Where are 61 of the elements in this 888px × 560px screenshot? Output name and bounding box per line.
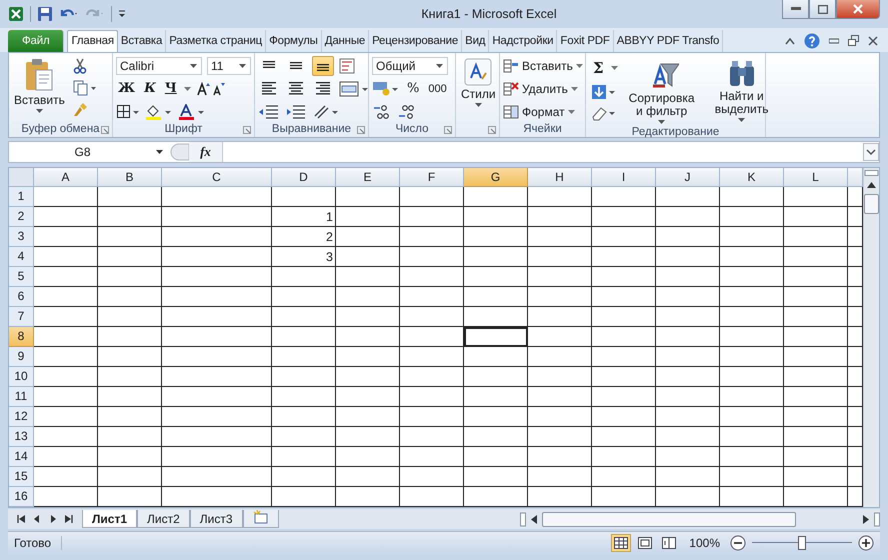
sheet-tab[interactable]: Лист2 — [137, 510, 190, 528]
column-header[interactable]: G — [464, 168, 528, 187]
row-header[interactable]: 2 — [9, 206, 34, 227]
window-title: Книга1 - Microsoft Excel — [420, 6, 558, 21]
group-label: Редактирование — [632, 126, 720, 138]
group-label: Шрифт — [164, 123, 202, 136]
file-tab[interactable]: Файл — [8, 30, 64, 52]
zoom-level[interactable]: 100% — [683, 536, 726, 550]
row-header[interactable]: 3 — [9, 226, 34, 247]
row-header[interactable]: 12 — [9, 406, 34, 427]
row-header[interactable]: 9 — [9, 346, 34, 367]
row-header[interactable]: 7 — [9, 306, 34, 327]
column-header[interactable]: L — [784, 168, 848, 187]
row-header[interactable]: 6 — [9, 286, 34, 307]
column-header[interactable]: I — [592, 168, 656, 187]
table-cell-text: 1 — [325, 208, 334, 226]
group-label: Число — [395, 123, 429, 136]
group-label: Ячейки — [523, 123, 562, 136]
styles-button[interactable]: Стили — [459, 56, 498, 122]
row-header[interactable]: 5 — [9, 266, 34, 287]
format-cells-button[interactable]: Формат — [503, 102, 575, 122]
column-header[interactable]: D — [272, 168, 336, 187]
table-cell-text: 3 — [325, 248, 334, 266]
row-header[interactable]: 10 — [9, 366, 34, 387]
column-header[interactable]: F — [400, 168, 464, 187]
delete-cells-button[interactable]: Удалить — [503, 78, 578, 99]
column-header[interactable]: E — [336, 168, 400, 187]
find-select-button[interactable]: Найти и выделить — [704, 56, 780, 126]
row-header[interactable]: 14 — [9, 446, 34, 467]
sort-filter-button[interactable]: Сортировка и фильтр — [624, 56, 700, 126]
group-label: Буфер обмена — [21, 123, 100, 136]
table-cell-text: 2 — [325, 228, 334, 246]
font-size-field[interactable]: 11 — [207, 56, 251, 75]
column-header[interactable]: B — [98, 168, 162, 187]
thousands-button[interactable]: 000 — [426, 82, 449, 95]
row-header[interactable]: 8 — [9, 326, 34, 347]
row-header[interactable]: 16 — [9, 486, 34, 507]
ribbon-tab[interactable]: Главная — [67, 30, 118, 52]
italic-button[interactable]: К — [142, 81, 158, 96]
column-header[interactable]: J — [656, 168, 720, 187]
bold-button[interactable]: Ж — [116, 81, 138, 96]
row-header[interactable]: 4 — [9, 246, 34, 267]
insert-cells-button[interactable]: Вставить — [503, 56, 583, 76]
autosum-button[interactable]: Σ — [591, 59, 606, 78]
status-text: Готово — [14, 536, 62, 550]
underline-button[interactable]: Ч — [162, 81, 179, 96]
column-header[interactable]: H — [528, 168, 592, 187]
row-header[interactable]: 11 — [9, 386, 34, 407]
row-header[interactable]: 15 — [9, 466, 34, 487]
column-header[interactable]: A — [34, 168, 98, 187]
percent-button[interactable]: % — [405, 81, 422, 96]
row-header[interactable]: 13 — [9, 426, 34, 447]
sheet-tab[interactable]: Лист3 — [190, 510, 243, 528]
font-family-field[interactable]: Calibri — [116, 56, 202, 75]
number-format-field[interactable]: Общий — [372, 56, 448, 75]
paste-button[interactable]: Вставить — [12, 56, 67, 122]
row-header[interactable]: 1 — [9, 186, 34, 207]
column-header[interactable]: K — [720, 168, 784, 187]
group-label: Выравнивание — [272, 123, 352, 136]
column-header[interactable]: C — [162, 168, 272, 187]
sheet-tab[interactable]: Лист1 — [82, 510, 138, 528]
